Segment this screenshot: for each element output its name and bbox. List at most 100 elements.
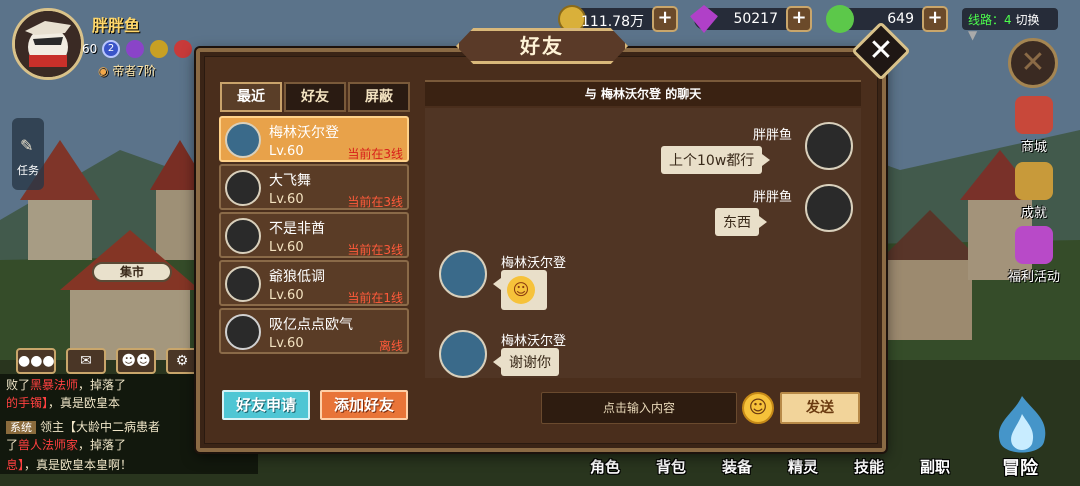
chat-text: ，掉落了 [78, 438, 127, 452]
line-switch-label: 切换 [1015, 13, 1040, 27]
message-sender: 梅林沃尔登 [501, 256, 567, 271]
mail-button[interactable]: ✉ [66, 348, 106, 374]
heart-badge-icon [126, 40, 144, 58]
cross-swords-icon: ✕ [1020, 45, 1046, 80]
stamina-heart-icon [826, 5, 854, 33]
settings-button[interactable]: ⚙ [166, 348, 198, 374]
add-gold-button[interactable]: + [652, 6, 678, 32]
message-sender: 梅林沃尔登 [501, 334, 567, 349]
friend-name: 吸亿点点欧气 [269, 317, 353, 333]
chat-header-name: 梅林沃尔登 [600, 87, 661, 101]
friend-name: 梅林沃尔登 [269, 125, 339, 141]
market-sign[interactable]: 集市 [92, 262, 172, 282]
ninja-avatar-icon [225, 170, 261, 206]
welfare-button[interactable]: 福利活动 [1004, 226, 1064, 285]
friend-status: 当前在1线 [347, 291, 403, 305]
add-diamond-button[interactable]: + [786, 6, 812, 32]
people-icon: ☻☻ [121, 353, 151, 369]
blue-flame-icon [998, 396, 1046, 453]
achievement-label: 成就 [1020, 206, 1047, 221]
nav-spirit[interactable]: 精灵 [788, 456, 818, 477]
chat-text: 败了 [6, 378, 31, 392]
message-sender: 胖胖鱼 [753, 190, 793, 205]
tab-recent[interactable]: 最近 [220, 82, 282, 112]
chat-header-prefix: 与 [584, 87, 597, 101]
friend-item[interactable]: 吸亿点点欧气 Lv.60 离线 [219, 308, 409, 354]
chat-header-suffix: 的聊天 [665, 87, 702, 101]
dialog-title: 好友 [520, 34, 564, 58]
system-tag: 系统 [6, 421, 36, 434]
ninja-avatar-icon [805, 184, 853, 232]
chat-text: 了 [6, 438, 19, 452]
chat-line: 败了黑暴法师，掉落了 [6, 376, 126, 393]
friend-item[interactable]: 爺狼低调 Lv.60 当前在1线 [219, 260, 409, 306]
chat-text: ，掉落了 [78, 378, 127, 392]
friend-item[interactable]: 梅林沃尔登 Lv.60 当前在3线 [219, 116, 409, 162]
chat-text: ，真是欧皇本皇啊！ [24, 458, 133, 472]
add-stamina-button[interactable]: + [922, 6, 948, 32]
vip-badge: 2 [102, 40, 120, 58]
friend-status: 当前在3线 [347, 243, 403, 257]
speech-bubble-icon: ●●● [18, 353, 55, 369]
mage-avatar-icon [439, 330, 487, 378]
chat-messages[interactable]: 胖胖鱼 上个10w都行 胖胖鱼 东西 梅林沃尔登 ☺ 梅林沃尔登 谢谢你 [425, 108, 861, 378]
chat-text: 领主【大龄中二病患者 [40, 420, 161, 434]
ninja-avatar-icon [805, 122, 853, 170]
nav-equipment[interactable]: 装备 [722, 456, 752, 477]
chat-bubble-button[interactable]: ●●● [16, 348, 56, 374]
friend-level: Lv.60 [269, 288, 304, 303]
friends-button[interactable]: ☻☻ [116, 348, 156, 374]
message-bubble: ☺ [493, 270, 547, 310]
rank-icon: ◉ [98, 64, 109, 78]
menu-toggle-button[interactable]: ✕ [1008, 38, 1058, 88]
friend-level: Lv.60 [269, 336, 304, 351]
friend-item[interactable]: 不是非酋 Lv.60 当前在3线 [219, 212, 409, 258]
line-selector[interactable]: 线路：4 切换 ▼ [962, 8, 1058, 42]
friend-list[interactable]: 梅林沃尔登 Lv.60 当前在3线 大飞舞 Lv.60 当前在3线 不是非酋 L… [219, 114, 411, 358]
chat-line: 系统 领主【大龄中二病患者 [6, 418, 160, 435]
gift-badge-icon [174, 40, 192, 58]
adventure-label: 冒险 [1002, 458, 1038, 479]
task-button[interactable]: ✎ 任务 [12, 118, 44, 190]
emoji-button[interactable]: ☺ [742, 392, 774, 424]
ninja-avatar-icon [225, 314, 261, 350]
ninja-avatar-icon [225, 266, 261, 302]
crown-badge-icon [150, 40, 168, 58]
adventure-button[interactable]: 冒险 [984, 392, 1060, 482]
message-bubble: 东西 [715, 208, 767, 236]
tab-blocked[interactable]: 屏蔽 [348, 82, 410, 112]
stamina-amount: 649 [887, 11, 914, 27]
send-button[interactable]: 发送 [780, 392, 860, 424]
friend-status: 当前在3线 [347, 195, 403, 209]
ninja-avatar-icon [225, 218, 261, 254]
add-friend-button[interactable]: 添加好友 [320, 390, 408, 420]
friend-item[interactable]: 大飞舞 Lv.60 当前在3线 [219, 164, 409, 210]
shop-icon [1015, 96, 1053, 134]
message-sender: 胖胖鱼 [753, 128, 793, 143]
player-info[interactable]: 胖胖鱼 60 2 ◉ 帝者7阶 [6, 4, 226, 84]
gold-resource: 111.78万 + [558, 5, 678, 33]
friend-level: Lv.60 [269, 144, 304, 159]
friend-name: 大飞舞 [269, 173, 311, 189]
dialog-title-plate: 好友 [456, 28, 628, 64]
nav-backpack[interactable]: 背包 [656, 456, 686, 477]
friend-level: Lv.60 [269, 240, 304, 255]
nav-sub-job[interactable]: 副职 [920, 456, 950, 477]
chat-line: 了兽人法师家，掉落了 [6, 436, 126, 453]
gear-icon: ⚙ [175, 353, 189, 369]
player-avatar[interactable] [12, 8, 84, 80]
quill-icon: ✎ [20, 136, 34, 155]
envelope-icon: ✉ [80, 353, 92, 369]
tab-friends[interactable]: 好友 [284, 82, 346, 112]
task-label: 任务 [17, 164, 39, 177]
achievement-button[interactable]: 成就 [1004, 162, 1064, 221]
chat-input[interactable]: 点击输入内容 [541, 392, 737, 424]
friend-request-button[interactable]: 好友申请 [222, 390, 310, 420]
shop-button[interactable]: 商城 [1004, 96, 1064, 155]
nav-character[interactable]: 角色 [590, 456, 620, 477]
smile-emoji-icon: ☺ [748, 397, 768, 418]
chevron-down-icon: ▼ [968, 28, 978, 42]
nav-skill[interactable]: 技能 [854, 456, 884, 477]
chat-highlight: 的手镯】 [6, 396, 49, 410]
chat-text: ，真是欧皇本 [48, 396, 121, 410]
